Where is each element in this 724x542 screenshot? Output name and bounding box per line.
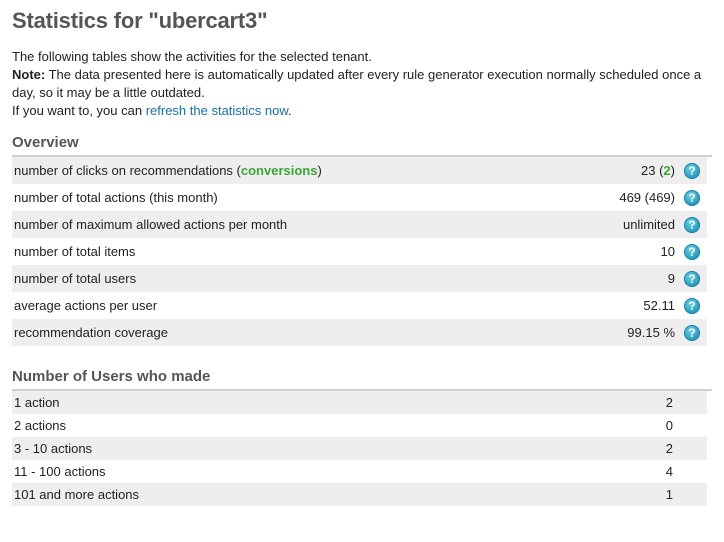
table-row: 101 and more actions 1 xyxy=(12,483,707,506)
page-title: Statistics for "ubercart3" xyxy=(12,8,268,33)
row-label: number of total items xyxy=(14,244,136,259)
overview-table: number of clicks on recommendations (con… xyxy=(12,157,707,346)
table-row: number of total actions (this month) 469… xyxy=(12,184,707,211)
help-icon[interactable]: ? xyxy=(684,216,700,233)
help-icon[interactable]: ? xyxy=(684,270,700,287)
users-heading: Number of Users who made xyxy=(12,368,712,391)
help-cell: ? xyxy=(677,319,707,346)
overview-section: Overview number of clicks on recommendat… xyxy=(12,134,712,346)
statistics-page: Statistics for "ubercart3" The following… xyxy=(0,0,724,506)
help-icon[interactable]: ? xyxy=(684,189,700,206)
table-row: number of clicks on recommendations (con… xyxy=(12,157,707,184)
users-section: Number of Users who made 1 action 2 2 ac… xyxy=(12,368,712,506)
help-icon[interactable]: ? xyxy=(684,324,700,341)
refresh-suffix: . xyxy=(288,103,292,118)
conversions-count: 2 xyxy=(663,163,671,178)
row-label: recommendation coverage xyxy=(12,319,571,346)
row-label: 1 action xyxy=(12,391,533,414)
help-icon[interactable]: ? xyxy=(684,297,700,314)
row-value-suffix: ) xyxy=(670,163,675,178)
help-cell: ? xyxy=(677,292,707,319)
table-row: 3 - 10 actions 2 xyxy=(12,437,707,460)
help-cell: ? xyxy=(677,184,707,211)
note-text: The data presented here is automatically… xyxy=(12,67,702,100)
row-value-text: 23 ( xyxy=(641,163,664,178)
row-label-suffix: ) xyxy=(317,163,322,178)
refresh-statistics-link[interactable]: refresh the statistics now xyxy=(146,103,288,118)
row-value: 52.11 xyxy=(643,298,675,313)
help-cell: ? xyxy=(677,211,707,238)
row-label-text: number of clicks on recommendations ( xyxy=(14,163,241,178)
help-cell: ? xyxy=(677,238,707,265)
row-value: 9 xyxy=(570,265,677,292)
conversions-link[interactable]: conversions xyxy=(241,163,318,178)
refresh-prefix: If you want to, you can xyxy=(12,103,146,118)
table-row: average actions per user 52.11 ? xyxy=(12,292,707,319)
row-value: unlimited xyxy=(570,211,677,238)
users-table: 1 action 2 2 actions 0 3 - 10 actions 2 … xyxy=(12,391,707,506)
row-value: 99.15 % xyxy=(570,319,677,346)
row-label: number of clicks on recommendations (con… xyxy=(12,157,571,184)
row-value: 2 xyxy=(532,437,707,460)
row-value: 4 xyxy=(665,464,673,479)
help-icon[interactable]: ? xyxy=(684,162,700,179)
row-label: number of total actions (this month) xyxy=(14,190,218,205)
table-row: number of total items 10 ? xyxy=(12,238,707,265)
row-label: number of total users xyxy=(12,265,571,292)
row-label: average actions per user xyxy=(14,298,158,313)
row-value: 10 xyxy=(660,244,675,259)
table-row: 2 actions 0 xyxy=(12,414,707,437)
help-cell: ? xyxy=(677,265,707,292)
intro-line1: The following tables show the activities… xyxy=(12,49,372,64)
table-row: number of total users 9 ? xyxy=(12,265,707,292)
note-label: Note: xyxy=(12,67,46,82)
table-row: recommendation coverage 99.15 % ? xyxy=(12,319,707,346)
overview-heading: Overview xyxy=(12,134,712,157)
table-row: number of maximum allowed actions per mo… xyxy=(12,211,707,238)
row-label: number of maximum allowed actions per mo… xyxy=(12,211,571,238)
row-value: 1 xyxy=(532,483,707,506)
row-value: 0 xyxy=(665,418,673,433)
row-label: 2 actions xyxy=(14,418,67,433)
table-row: 1 action 2 xyxy=(12,391,707,414)
row-label: 3 - 10 actions xyxy=(12,437,533,460)
row-value: 2 xyxy=(532,391,707,414)
help-cell: ? xyxy=(677,157,707,184)
help-icon[interactable]: ? xyxy=(684,243,700,260)
intro-text: The following tables show the activities… xyxy=(12,48,712,120)
row-value: 23 (2) xyxy=(570,157,677,184)
row-label: 11 - 100 actions xyxy=(14,464,106,479)
table-row: 11 - 100 actions 4 xyxy=(12,460,707,483)
row-value: 469 (469) xyxy=(619,190,675,205)
row-label: 101 and more actions xyxy=(12,483,533,506)
